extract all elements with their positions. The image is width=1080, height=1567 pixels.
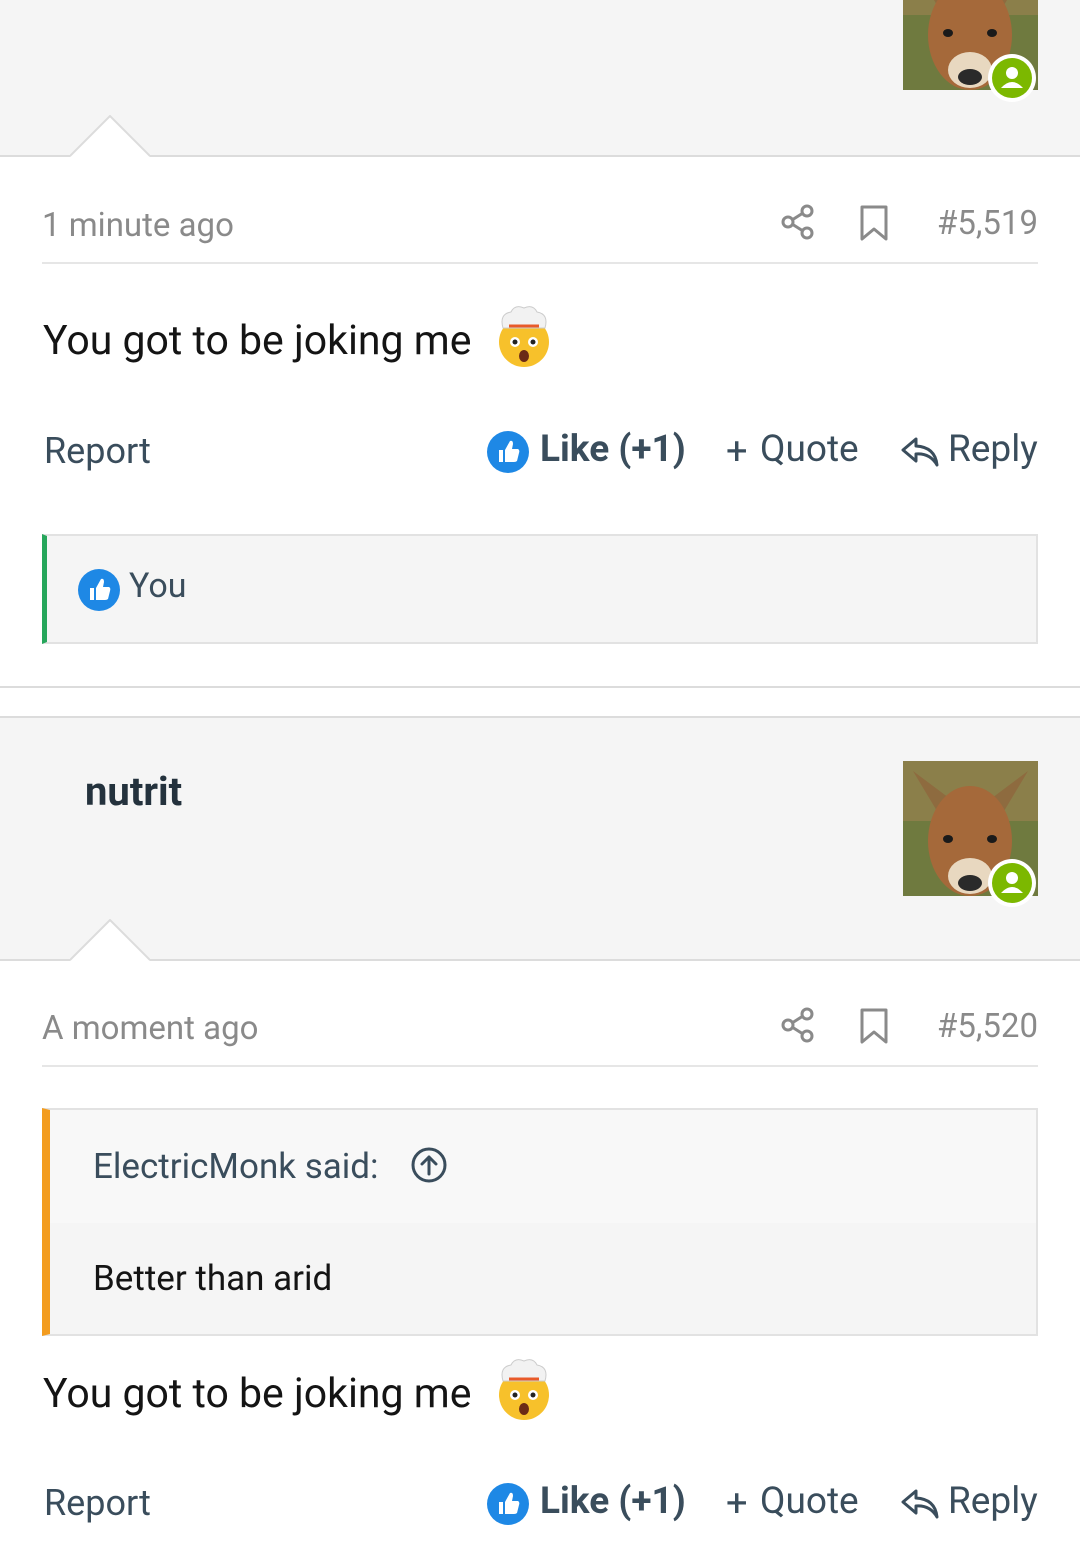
quote-label: Quote xyxy=(760,1480,859,1523)
like-label: Like (+1) xyxy=(540,428,686,471)
share-icon[interactable] xyxy=(780,1007,816,1043)
post-2-user-header: nutrit xyxy=(0,716,1080,961)
quote-author[interactable]: ElectricMonk said: xyxy=(93,1146,379,1187)
exploding-head-emoji xyxy=(499,1359,549,1420)
reply-label: Reply xyxy=(948,1480,1038,1523)
online-status-badge xyxy=(988,54,1036,102)
post-actions: Report Like (+1) + Quote Reply xyxy=(44,428,1038,480)
likes-by-label[interactable]: You xyxy=(129,566,186,606)
post-timestamp[interactable]: A moment ago xyxy=(42,1009,258,1048)
reply-arrow-icon xyxy=(901,1489,939,1519)
quote-text: Better than arid xyxy=(93,1258,333,1299)
report-link[interactable]: Report xyxy=(44,1482,151,1524)
reply-arrow-icon xyxy=(901,437,939,467)
plus-icon: + xyxy=(726,430,748,474)
jump-to-quote-icon[interactable] xyxy=(410,1146,448,1184)
reply-label: Reply xyxy=(948,428,1038,471)
online-status-badge xyxy=(988,859,1036,907)
post-actions: Report Like (+1) + Quote Reply xyxy=(44,1480,1038,1532)
share-icon[interactable] xyxy=(780,204,816,240)
post-meta-row: 1 minute ago #5,519 xyxy=(42,204,1038,264)
quote-header: ElectricMonk said: xyxy=(50,1110,1036,1223)
post-timestamp[interactable]: 1 minute ago xyxy=(42,206,234,245)
report-link[interactable]: Report xyxy=(44,430,151,472)
post-number[interactable]: #5,519 xyxy=(937,204,1038,243)
thumbs-up-icon xyxy=(487,431,529,473)
post-1-user-header xyxy=(0,0,1080,157)
like-label: Like (+1) xyxy=(540,1480,686,1523)
post-message: You got to be joking me xyxy=(43,317,472,365)
thumbs-up-icon xyxy=(487,1483,529,1525)
post-pointer-arrow xyxy=(70,115,150,157)
bookmark-icon[interactable] xyxy=(858,204,890,242)
post-message: You got to be joking me xyxy=(43,1370,472,1418)
plus-icon: + xyxy=(726,1482,748,1526)
exploding-head-emoji xyxy=(499,306,549,367)
post-pointer-arrow xyxy=(70,919,150,961)
post-number[interactable]: #5,520 xyxy=(937,1007,1038,1046)
quote-label: Quote xyxy=(760,428,859,471)
thumbs-up-icon xyxy=(78,569,120,611)
post-meta-row: A moment ago #5,520 xyxy=(42,1007,1038,1067)
username[interactable]: nutrit xyxy=(85,768,182,815)
quoted-message: ElectricMonk said: Better than arid xyxy=(42,1108,1038,1336)
post-divider xyxy=(0,686,1080,688)
bookmark-icon[interactable] xyxy=(858,1007,890,1045)
likes-summary-bar[interactable]: You xyxy=(42,534,1038,644)
